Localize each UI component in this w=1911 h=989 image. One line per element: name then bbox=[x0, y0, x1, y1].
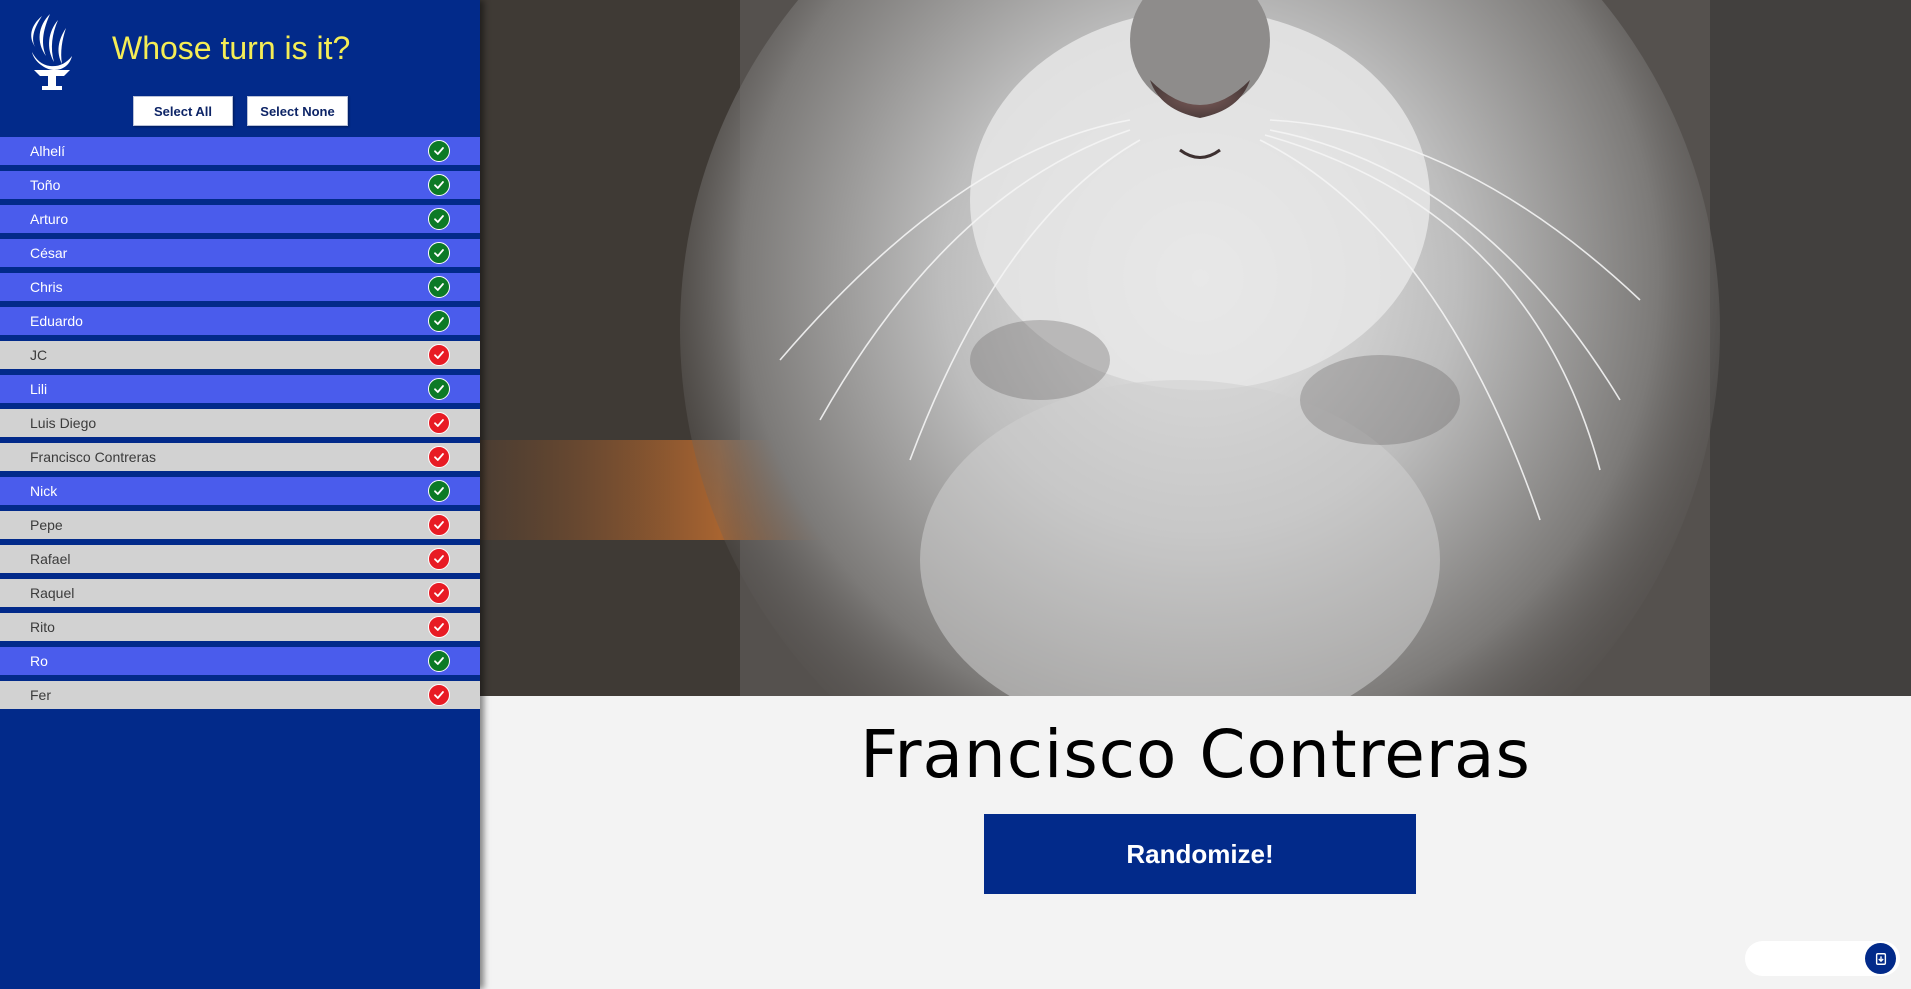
checked-icon[interactable] bbox=[428, 480, 450, 502]
participant-name: Rafael bbox=[30, 551, 71, 567]
participant-name: Rito bbox=[30, 619, 55, 635]
participant-row[interactable]: JC bbox=[0, 341, 480, 369]
checked-icon[interactable] bbox=[428, 174, 450, 196]
participant-list: Alhelí Toño Arturo César Chris Eduardo JC Lili L… bbox=[0, 137, 480, 715]
participant-name: Fer bbox=[30, 687, 51, 703]
participant-row[interactable]: Ro bbox=[0, 647, 480, 675]
app-title: Whose turn is it? bbox=[112, 30, 351, 66]
participant-row[interactable]: Luis Diego bbox=[0, 409, 480, 437]
checked-icon[interactable] bbox=[428, 310, 450, 332]
participant-row[interactable]: César bbox=[0, 239, 480, 267]
participant-row[interactable]: Chris bbox=[0, 273, 480, 301]
participant-row[interactable]: Francisco Contreras bbox=[0, 443, 480, 471]
participant-name: Nick bbox=[30, 483, 58, 499]
participant-row[interactable]: Nick bbox=[0, 477, 480, 505]
participant-name: Pepe bbox=[30, 517, 63, 533]
unchecked-icon[interactable] bbox=[428, 514, 450, 536]
participant-name: Eduardo bbox=[30, 313, 83, 329]
participant-name: César bbox=[30, 245, 68, 261]
participant-row[interactable]: Arturo bbox=[0, 205, 480, 233]
participant-name: JC bbox=[30, 347, 48, 363]
participant-row[interactable]: Alhelí bbox=[0, 137, 480, 165]
participant-name: Arturo bbox=[30, 211, 69, 227]
checked-icon[interactable] bbox=[428, 208, 450, 230]
checked-icon[interactable] bbox=[428, 650, 450, 672]
select-none-button[interactable]: Select None bbox=[247, 96, 348, 126]
participant-name: Toño bbox=[30, 177, 61, 193]
randomize-button[interactable]: Randomize! bbox=[984, 814, 1416, 894]
sidebar: Whose turn is it? Select All Select None… bbox=[0, 0, 480, 989]
participant-name: Lili bbox=[30, 381, 48, 397]
unchecked-icon[interactable] bbox=[428, 616, 450, 638]
participant-row[interactable]: Raquel bbox=[0, 579, 480, 607]
unchecked-icon[interactable] bbox=[428, 548, 450, 570]
participant-row[interactable]: Pepe bbox=[0, 511, 480, 539]
floating-widget bbox=[1745, 941, 1900, 976]
selected-person-name: Francisco Contreras bbox=[860, 716, 1531, 793]
app-root: Whose turn is it? Select All Select None… bbox=[0, 0, 1911, 989]
participant-name: Ro bbox=[30, 653, 48, 669]
participant-row[interactable]: Rito bbox=[0, 613, 480, 641]
checked-icon[interactable] bbox=[428, 276, 450, 298]
checked-icon[interactable] bbox=[428, 242, 450, 264]
participant-name: Francisco Contreras bbox=[30, 449, 157, 465]
select-all-button[interactable]: Select All bbox=[133, 96, 233, 126]
unchecked-icon[interactable] bbox=[428, 344, 450, 366]
unchecked-icon[interactable] bbox=[428, 582, 450, 604]
participant-name: Raquel bbox=[30, 585, 75, 601]
participant-name: Chris bbox=[30, 279, 63, 295]
unchecked-icon[interactable] bbox=[428, 446, 450, 468]
unchecked-icon[interactable] bbox=[428, 412, 450, 434]
torch-flame-logo-icon bbox=[20, 12, 78, 92]
checked-icon[interactable] bbox=[428, 140, 450, 162]
participant-row[interactable]: Rafael bbox=[0, 545, 480, 573]
unchecked-icon[interactable] bbox=[428, 684, 450, 706]
participant-row[interactable]: Fer bbox=[0, 681, 480, 709]
participant-name: Alhelí bbox=[30, 143, 66, 159]
participant-name: Luis Diego bbox=[30, 415, 97, 431]
kitten-photo bbox=[480, 0, 1911, 696]
participant-row[interactable]: Lili bbox=[0, 375, 480, 403]
participant-row[interactable]: Eduardo bbox=[0, 307, 480, 335]
participant-row[interactable]: Toño bbox=[0, 171, 480, 199]
checked-icon[interactable] bbox=[428, 378, 450, 400]
download-app-icon[interactable] bbox=[1865, 943, 1896, 974]
